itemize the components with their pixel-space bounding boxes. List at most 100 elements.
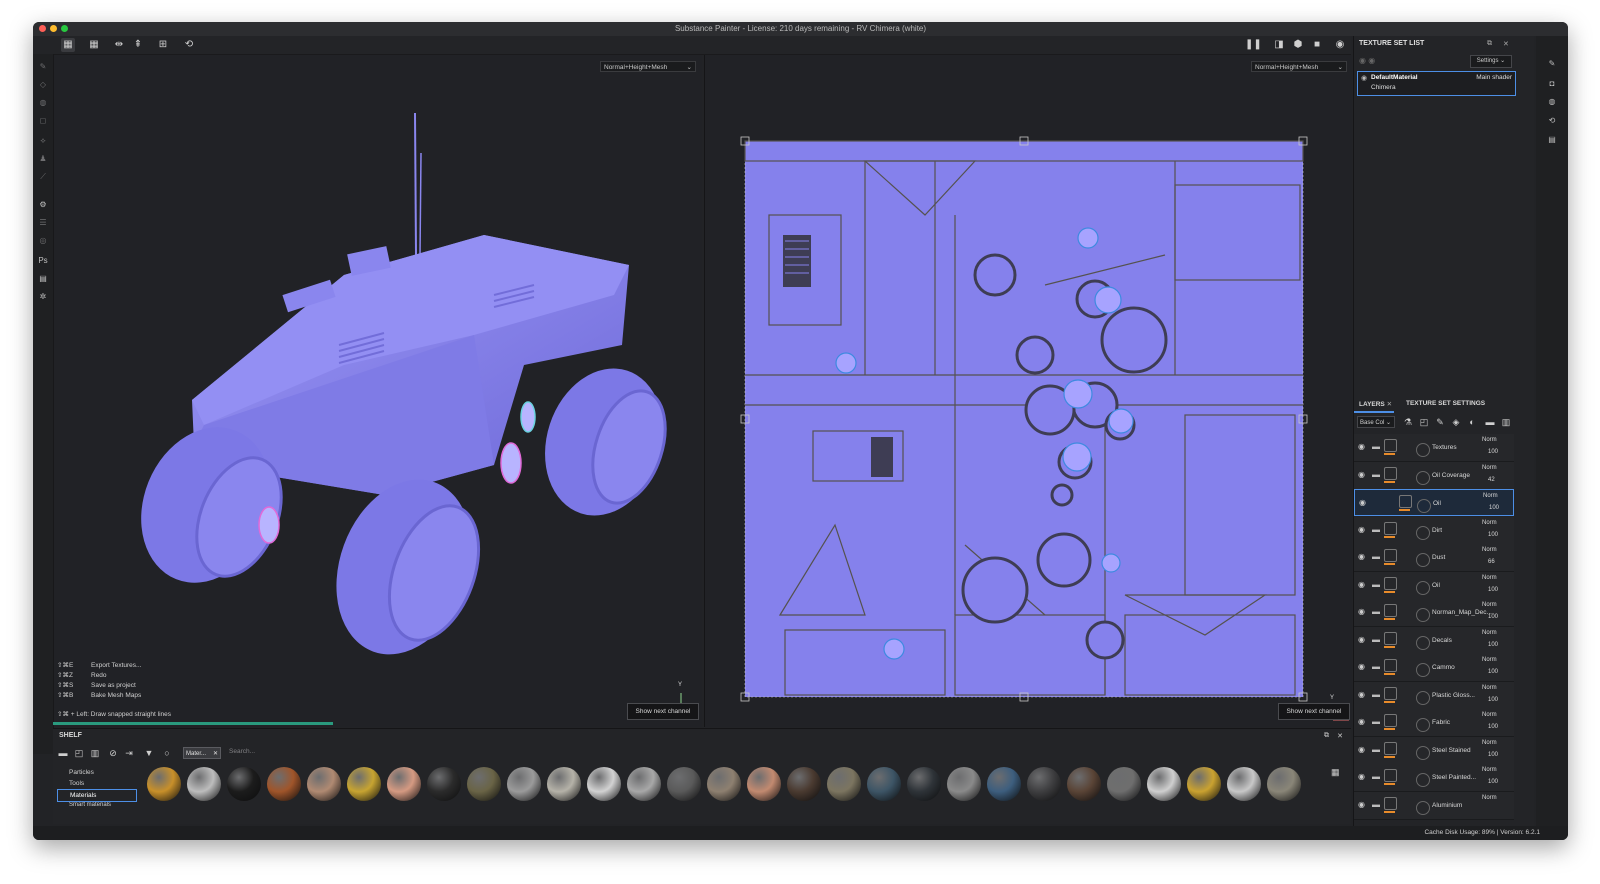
settings-icon[interactable]: ⚙ [38, 200, 48, 210]
layer-opacity[interactable]: 100 [1488, 669, 1498, 675]
visibility-eye-icon[interactable]: ◉ [1361, 74, 1367, 82]
eye-icon[interactable]: ◉ ◉ [1359, 56, 1375, 65]
photoshop-icon[interactable]: Ps [38, 256, 48, 266]
texture-set-item[interactable]: ◉ DefaultMaterial Main shader Chimera [1357, 71, 1516, 96]
material-swatch[interactable] [1067, 767, 1101, 801]
layer-row[interactable]: ◉ Oil Norm 100 [1354, 489, 1514, 516]
document-icon[interactable]: ▤ [38, 274, 48, 284]
category-materials[interactable]: Materials [57, 789, 137, 802]
blend-mode[interactable]: Norm [1482, 520, 1497, 526]
material-swatch[interactable] [187, 767, 221, 801]
folder-icon[interactable]: ▬ [57, 747, 69, 759]
history-icon[interactable]: ⟲ [1546, 115, 1558, 127]
layer-opacity[interactable]: 100 [1489, 505, 1499, 511]
add-smart-material-icon[interactable]: ◐ [1466, 416, 1478, 428]
add-paint-layer-icon[interactable]: ✎ [1434, 416, 1446, 428]
blend-mode[interactable]: Norm [1482, 465, 1497, 471]
close-window-button[interactable] [39, 25, 46, 32]
visibility-eye-icon[interactable]: ◉ [1358, 772, 1365, 781]
pause-icon[interactable]: ❚❚ [1245, 38, 1262, 52]
shelf-search-input[interactable]: Search... [229, 748, 255, 755]
material-swatch[interactable] [627, 767, 661, 801]
render-mode-icon[interactable]: ◨ [1272, 38, 1286, 52]
new-shelf-icon[interactable]: ◰ [73, 747, 85, 759]
show-next-channel-button-3d[interactable]: Show next channel [627, 703, 699, 720]
material-swatch[interactable] [947, 767, 981, 801]
material-swatch[interactable] [547, 767, 581, 801]
add-effect-icon[interactable]: ⚗ [1402, 416, 1414, 428]
grid-view-icon[interactable]: ▦ [1331, 767, 1341, 777]
visibility-eye-icon[interactable]: ◉ [1358, 635, 1365, 644]
layer-opacity[interactable]: 100 [1488, 752, 1498, 758]
align-icon[interactable]: ⇞ [131, 38, 145, 52]
filter-icon[interactable]: ▼ [143, 747, 155, 759]
material-swatch[interactable] [307, 767, 341, 801]
add-mask-icon[interactable]: ◰ [1418, 416, 1430, 428]
close-tab-icon[interactable]: ✕ [1387, 401, 1392, 408]
delete-layer-icon[interactable]: ▥ [1500, 416, 1512, 428]
tab-layers[interactable]: LAYERS ✕ [1359, 400, 1392, 408]
single-view-icon[interactable]: ▦ [61, 38, 75, 52]
layer-opacity[interactable]: 66 [1488, 559, 1495, 565]
shader-settings-icon[interactable]: ◍ [1546, 96, 1558, 108]
close-chip-icon[interactable]: ✕ [213, 748, 218, 760]
visibility-eye-icon[interactable]: ◉ [1358, 607, 1365, 616]
blend-mode[interactable]: Norm [1482, 740, 1497, 746]
visibility-eye-icon[interactable]: ◉ [1358, 662, 1365, 671]
material-swatch[interactable] [827, 767, 861, 801]
blend-mode[interactable]: Norm [1482, 437, 1497, 443]
trash-icon[interactable]: ▥ [89, 747, 101, 759]
blend-mode[interactable]: Norm [1482, 685, 1497, 691]
layer-opacity[interactable]: 42 [1488, 477, 1495, 483]
blend-mode[interactable]: Norm [1482, 602, 1497, 608]
target-icon[interactable]: ◎ [38, 236, 48, 246]
material-swatch[interactable] [227, 767, 261, 801]
display-settings-icon[interactable]: ◘ [1546, 78, 1558, 90]
hide-icon[interactable]: ⊘ [107, 747, 119, 759]
material-swatch[interactable] [787, 767, 821, 801]
viewport-3d[interactable]: Normal+Height+Mesh ⌄ Y Show next channel [54, 55, 702, 727]
visibility-eye-icon[interactable]: ◉ [1358, 552, 1365, 561]
blend-mode[interactable]: Norm [1483, 493, 1498, 499]
blend-mode[interactable]: Norm [1482, 795, 1497, 801]
viewport-2d[interactable]: Normal+Height+Mesh ⌄ Y Show next channel [704, 55, 1352, 727]
visibility-eye-icon[interactable]: ◉ [1358, 470, 1365, 479]
layer-row[interactable]: ◉ ▬ Aluminium Norm [1354, 791, 1514, 820]
material-swatch[interactable] [507, 767, 541, 801]
visibility-eye-icon[interactable]: ◉ [1358, 800, 1365, 809]
material-swatch[interactable] [587, 767, 621, 801]
material-swatch[interactable] [707, 767, 741, 801]
layer-row[interactable]: ◉ ▬ Decals Norm 100 [1354, 626, 1514, 655]
projection-icon[interactable]: ◍ [38, 98, 48, 108]
layer-opacity[interactable]: 100 [1488, 532, 1498, 538]
material-swatch[interactable] [427, 767, 461, 801]
add-folder-icon[interactable]: ▬ [1484, 416, 1496, 428]
plugin-gear-icon[interactable]: ✲ [38, 292, 48, 302]
layer-opacity[interactable]: 100 [1488, 642, 1498, 648]
channel-select[interactable]: Base Col ⌄ [1357, 416, 1395, 428]
material-swatch[interactable] [1027, 767, 1061, 801]
layer-opacity[interactable]: 100 [1488, 587, 1498, 593]
layer-row[interactable]: ◉ ▬ Norman_Map_Dec... Norm 100 [1354, 599, 1514, 627]
layer-opacity[interactable]: 100 [1488, 697, 1498, 703]
tab-texture-set-settings[interactable]: TEXTURE SET SETTINGS [1406, 400, 1485, 407]
material-swatch[interactable] [1147, 767, 1181, 801]
category-particles[interactable]: Particles [57, 767, 137, 778]
layer-opacity[interactable]: 100 [1488, 614, 1498, 620]
add-fill-layer-icon[interactable]: ◈ [1450, 416, 1462, 428]
material-swatch[interactable] [907, 767, 941, 801]
layer-opacity[interactable]: 100 [1488, 779, 1498, 785]
search-circle-icon[interactable]: ○ [161, 747, 173, 759]
material-swatch[interactable] [1187, 767, 1221, 801]
close-icon[interactable]: ✕ [1337, 732, 1343, 740]
maximize-window-button[interactable] [61, 25, 68, 32]
material-swatch[interactable] [867, 767, 901, 801]
settings-dropdown[interactable]: Settings ⌄ [1470, 55, 1512, 68]
close-icon[interactable]: ✕ [1503, 40, 1509, 48]
blend-mode[interactable]: Norm [1482, 712, 1497, 718]
eraser-icon[interactable]: ◇ [38, 80, 48, 90]
layer-opacity[interactable]: 100 [1488, 449, 1498, 455]
material-swatch[interactable] [467, 767, 501, 801]
visibility-eye-icon[interactable]: ◉ [1359, 498, 1366, 507]
layer-row[interactable]: ◉ ▬ Textures Norm 100 [1354, 434, 1514, 462]
